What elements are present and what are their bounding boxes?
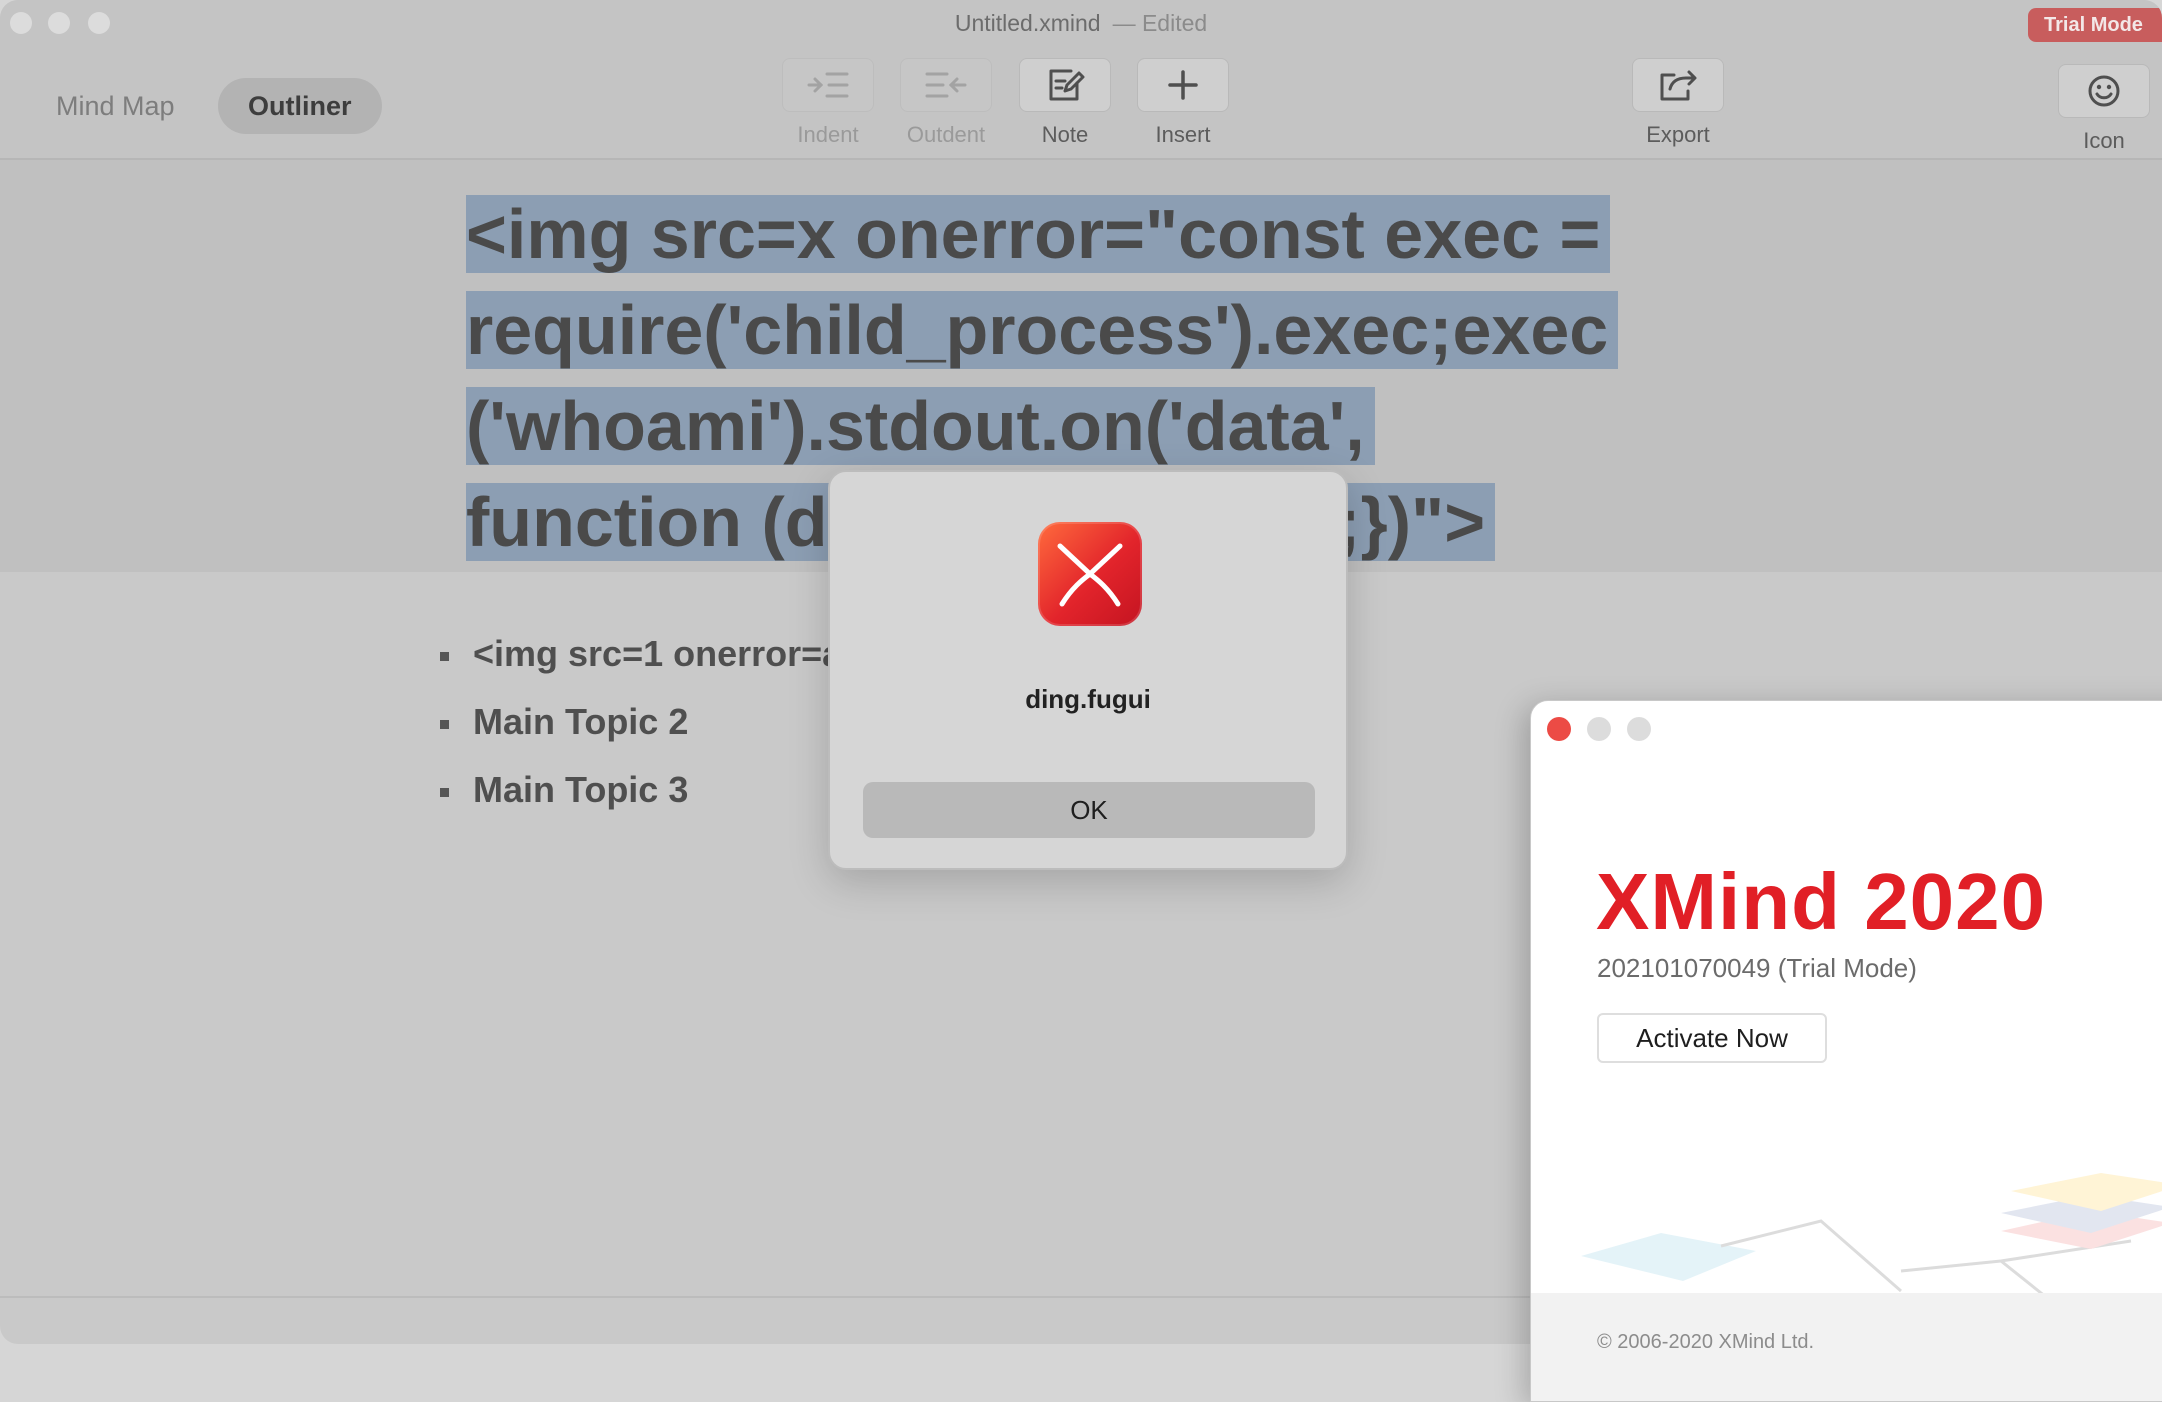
indent-button[interactable]: Indent — [780, 58, 876, 148]
outdent-label: Outdent — [906, 122, 986, 147]
tab-mind-map[interactable]: Mind Map — [26, 78, 205, 134]
outdent-button[interactable]: Outdent — [898, 58, 994, 148]
insert-button[interactable]: Insert — [1135, 58, 1231, 148]
smiley-icon — [2058, 64, 2150, 118]
export-button[interactable]: Export — [1630, 58, 1726, 148]
central-topic-line: ('whoami').stdout.on('data', — [466, 387, 1365, 465]
central-topic-line: require('child_process').exec;exec — [466, 291, 1609, 369]
icon-label: Icon — [2083, 128, 2125, 153]
export-label: Export — [1646, 122, 1710, 147]
note-label: Note — [1041, 122, 1089, 147]
trial-mode-badge[interactable]: Trial Mode — [2028, 8, 2162, 42]
edited-indicator: — Edited — [1112, 10, 1208, 36]
tab-outliner[interactable]: Outliner — [218, 78, 382, 134]
bullet-icon — [440, 719, 449, 729]
outline-item[interactable]: Main Topic 2 — [440, 688, 842, 756]
activate-now-button[interactable]: Activate Now — [1597, 1013, 1827, 1063]
about-window: XMind 2020 202101070049 (Trial Mode) Act… — [1530, 700, 2162, 1402]
bullet-icon — [440, 787, 449, 797]
plus-icon — [1137, 58, 1229, 112]
outline-item-text: Main Topic 3 — [473, 769, 689, 810]
toolbar: Untitled.xmind — Edited Trial Mode Mind M… — [0, 0, 2162, 160]
document-title: Untitled.xmind — Edited — [0, 10, 2162, 37]
outline-list: <img src=1 onerror=a Main Topic 2 Main T… — [440, 620, 842, 824]
ok-button[interactable]: OK — [863, 782, 1315, 838]
export-icon — [1632, 58, 1724, 112]
about-zoom-button[interactable] — [1627, 717, 1651, 741]
note-icon — [1019, 58, 1111, 112]
outline-item[interactable]: Main Topic 3 — [440, 756, 842, 824]
outline-item-text: <img src=1 onerror=a — [473, 633, 843, 674]
insert-label: Insert — [1155, 122, 1211, 147]
note-button[interactable]: Note — [1017, 58, 1113, 148]
about-minimize-button[interactable] — [1587, 717, 1611, 741]
about-close-button[interactable] — [1547, 717, 1571, 741]
bullet-icon — [440, 651, 449, 661]
alert-message: ding.fugui — [1025, 684, 1151, 714]
central-topic-line: <img src=x onerror="const exec = — [466, 195, 1601, 273]
indent-label: Indent — [797, 122, 859, 147]
outline-item-text: Main Topic 2 — [473, 701, 689, 742]
product-name: XMind 2020 — [1596, 857, 2047, 946]
alert-dialog: ding.fugui OK — [828, 470, 1348, 870]
outdent-icon — [900, 58, 992, 112]
copyright-text: © 2006-2020 XMind Ltd. — [1597, 1331, 1815, 1353]
xmind-app-icon — [1038, 522, 1142, 626]
document-name: Untitled.xmind — [954, 10, 1101, 36]
version-text: 202101070049 (Trial Mode) — [1597, 953, 1917, 983]
outline-item[interactable]: <img src=1 onerror=a — [440, 620, 842, 688]
decorative-map-graphic — [1581, 1173, 2162, 1303]
indent-icon — [782, 58, 874, 112]
status-divider — [0, 1296, 1540, 1298]
icon-button[interactable]: Icon — [2056, 64, 2152, 154]
